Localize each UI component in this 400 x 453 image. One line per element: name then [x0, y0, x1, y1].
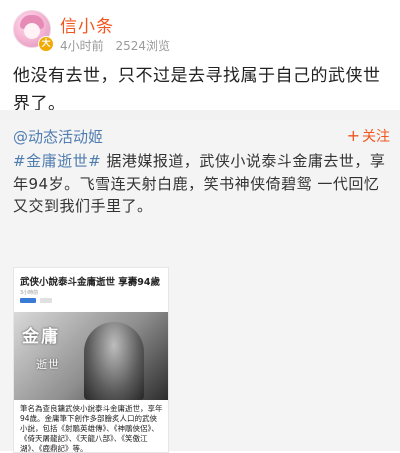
repost-card[interactable]: @动态活动姬 + 关注 #金庸逝世# 据港媒报道，武侠小说泰斗金庸去世，享年94岁…	[0, 120, 400, 453]
plus-icon: +	[346, 126, 360, 145]
news-image-caption: 筆名為查良鏞武俠小說泰斗金庸逝世，享年94歲。金庸筆下創作多部膾炙人口的武俠小說…	[20, 404, 163, 453]
repost-author-link[interactable]: @动态活动姬	[13, 126, 103, 147]
post-text: 他没有去世，只不过是去寻找属于自己的武侠世界了。	[13, 66, 381, 114]
news-photo: 金庸 逝世	[14, 312, 168, 400]
news-image[interactable]: 武侠小說泰斗金庸逝世 享壽94歲 3小時前 金庸 逝世 筆名為查良鏞武俠小說泰斗…	[13, 267, 169, 453]
avatar-face	[24, 23, 40, 39]
news-image-tag	[20, 298, 36, 303]
repost-text: #金庸逝世# 据港媒报道，武侠小说泰斗金庸去世，享年94岁。飞雪连天射白鹿，笑书…	[13, 150, 393, 218]
post-author-name[interactable]: 信小条	[60, 12, 114, 37]
post-meta: 4小时前 2524浏览	[60, 37, 170, 54]
section-divider	[0, 110, 400, 120]
news-image-tag-2	[40, 298, 52, 303]
post-header: 大 信小条 4小时前 2524浏览	[0, 0, 400, 56]
post-views: 2524浏览	[115, 39, 171, 53]
hashtag-link[interactable]: #金庸逝世#	[13, 152, 101, 170]
news-image-subtitle: 3小時前	[20, 290, 39, 296]
post-time: 4小时前	[60, 39, 104, 53]
follow-button[interactable]: + 关注	[347, 126, 390, 146]
news-image-title: 武侠小說泰斗金庸逝世 享壽94歲	[20, 277, 161, 288]
calligraphy-subtitle: 逝世	[36, 358, 60, 371]
follow-label: 关注	[362, 129, 390, 145]
verified-badge-icon: 大	[38, 36, 54, 52]
portrait-figure	[84, 322, 144, 400]
calligraphy-title: 金庸	[22, 327, 60, 347]
